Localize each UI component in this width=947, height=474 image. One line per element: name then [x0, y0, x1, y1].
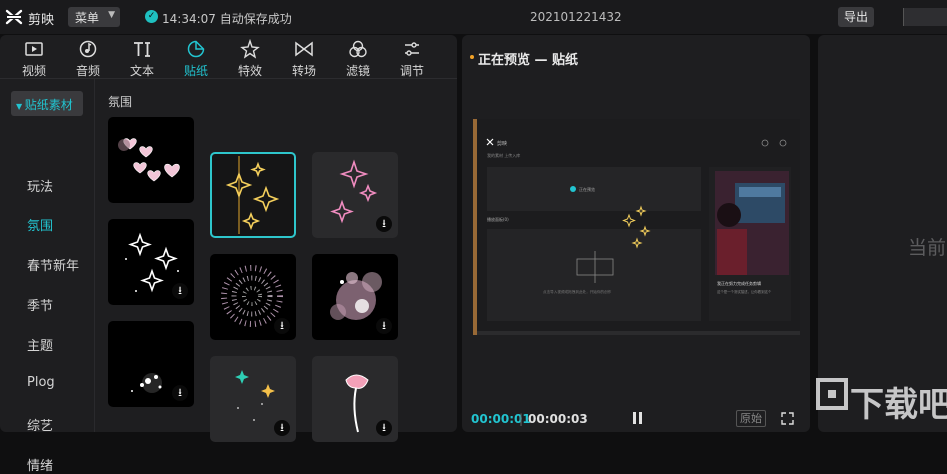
- tab-effects[interactable]: 特效: [228, 35, 272, 79]
- category-item[interactable]: 氛围: [27, 215, 53, 234]
- inner-caption-2: 这个是一个测试描述，让你看到这个: [717, 289, 772, 294]
- tab-adjust-label: 调节: [399, 64, 424, 78]
- sticker-icon: [187, 40, 205, 58]
- menu-button[interactable]: 菜单 ▼: [68, 7, 120, 27]
- category-item[interactable]: 玩法: [27, 176, 53, 195]
- text-icon: [134, 42, 150, 57]
- watermark-logo: 下载吧: [816, 378, 947, 425]
- download-icon[interactable]: ⭳: [274, 318, 290, 334]
- menu-label: 菜单: [75, 11, 100, 25]
- tab-adjust[interactable]: 调节: [390, 35, 434, 79]
- fullscreen-icon[interactable]: [781, 412, 794, 425]
- sticker-tile-white-sparkle[interactable]: ⭳: [108, 219, 194, 305]
- category-item[interactable]: 春节新年: [27, 255, 79, 274]
- pause-icon-bar: [639, 412, 642, 424]
- sticker-tile-pink-sparkle[interactable]: ⭳: [312, 152, 398, 238]
- sticker-tile-bokeh[interactable]: ⭳: [312, 254, 398, 340]
- category-item[interactable]: Plog: [27, 375, 55, 390]
- audio-icon: [79, 40, 97, 58]
- sticker-category-sidebar: ▼ 贴纸素材 玩法 氛围 春节新年 季节 主题 Plog 综艺 情绪: [0, 79, 95, 474]
- video-icon: [25, 42, 43, 56]
- hearts-sticker-icon: [118, 138, 180, 182]
- tab-transition-label: 转场: [291, 64, 316, 78]
- transition-icon: [295, 41, 313, 57]
- inner-caption-1: 我正在努力完成任务剪辑: [717, 280, 761, 286]
- jianying-logo-icon: [5, 9, 23, 25]
- tab-audio-label: 音频: [75, 64, 100, 78]
- pause-button[interactable]: [632, 412, 644, 425]
- sticker-material-label: 贴纸素材: [24, 98, 73, 112]
- sticker-material-header[interactable]: ▼ 贴纸素材: [11, 91, 83, 116]
- download-icon[interactable]: ⭳: [172, 283, 188, 299]
- media-library-panel: 视频 音频 文本 贴纸 特效 转场 滤镜 调节 ▼ 贴纸素材 玩法 氛围 春节新…: [0, 35, 457, 474]
- check-circle-icon: ✓: [145, 10, 158, 23]
- sticker-tile-teal-gold-star[interactable]: ⭳: [210, 356, 296, 442]
- tab-video-label: 视频: [21, 64, 46, 78]
- pause-icon: [633, 412, 636, 424]
- tab-filter[interactable]: 滤镜: [336, 35, 380, 79]
- app-name: 剪映: [28, 13, 55, 28]
- preview-status-dot: [470, 55, 474, 59]
- inner-hint: 点击导入视频或拖拽到此处，开始你的创作: [543, 289, 612, 294]
- tab-effects-label: 特效: [237, 64, 262, 78]
- inner-props-label: 播放面板(0): [487, 216, 509, 222]
- window-controls[interactable]: [903, 8, 947, 26]
- tab-sticker[interactable]: 贴纸: [174, 35, 218, 79]
- gold-sparkle-sticker-icon: [225, 156, 280, 234]
- watermark-text: 下载吧: [850, 385, 947, 425]
- effects-icon: [240, 39, 260, 59]
- tab-text-label: 文本: [129, 64, 154, 78]
- category-item[interactable]: 季节: [27, 295, 53, 314]
- download-icon[interactable]: ⭳: [376, 420, 392, 436]
- inner-breadcrumb: 我的素材 上传入库: [487, 152, 520, 158]
- title-bar: 剪映 菜单 ▼ ✓ 14:34:07 自动保存成功 202101221432 导出: [0, 0, 947, 34]
- download-icon[interactable]: ⭳: [376, 318, 392, 334]
- preview-canvas[interactable]: 剪映 我的素材 上传入库 正在预览 播放面板(0) 点击导入视频或拖拽到此处，开…: [473, 119, 800, 335]
- filter-icon: [349, 40, 367, 58]
- category-item[interactable]: 情绪: [27, 455, 53, 474]
- preview-screenshot-image: 剪映 我的素材 上传入库 正在预览 播放面板(0) 点击导入视频或拖拽到此处，开…: [473, 119, 800, 335]
- preview-panel: 正在预览 — 贴纸 剪映 我的素材 上传入库 正在预览 播放面板(0) 点击导入…: [462, 35, 810, 432]
- sticker-tile-glitter-ball[interactable]: ⭳: [210, 254, 296, 340]
- chevron-down-icon: ▼: [108, 10, 115, 20]
- original-ratio-button[interactable]: 原始: [736, 410, 766, 427]
- sticker-tile-hearts[interactable]: [108, 117, 194, 203]
- sticker-tile-gold-sparkle[interactable]: [210, 152, 296, 238]
- download-icon[interactable]: ⭳: [172, 385, 188, 401]
- library-tabs: 视频 音频 文本 贴纸 特效 转场 滤镜 调节: [0, 35, 457, 79]
- inner-preview-label: 正在预览: [579, 186, 595, 192]
- preview-title: 正在预览 — 贴纸: [478, 53, 579, 68]
- inner-app-name: 剪映: [497, 140, 507, 147]
- properties-placeholder: 当前线: [908, 237, 947, 259]
- section-title: 氛围: [108, 95, 133, 109]
- time-separator: |: [519, 412, 524, 426]
- sticker-tile-rose[interactable]: ⭳: [312, 356, 398, 442]
- download-icon[interactable]: ⭳: [376, 216, 392, 232]
- autosave-status: 14:34:07 自动保存成功: [162, 12, 292, 26]
- total-time: 00:00:03: [528, 412, 588, 426]
- tab-transition[interactable]: 转场: [282, 35, 326, 79]
- tab-audio[interactable]: 音频: [66, 35, 110, 79]
- download-icon[interactable]: ⭳: [274, 420, 290, 436]
- tab-sticker-label: 贴纸: [183, 64, 208, 78]
- adjust-icon: [405, 42, 419, 56]
- category-item[interactable]: 主题: [27, 335, 53, 354]
- category-item[interactable]: 综艺: [27, 415, 53, 434]
- tab-text[interactable]: 文本: [120, 35, 164, 79]
- tab-video[interactable]: 视频: [12, 35, 56, 79]
- tab-filter-label: 滤镜: [345, 64, 370, 78]
- caret-down-icon: ▼: [16, 102, 25, 111]
- sticker-tile-shimmer[interactable]: ⭳: [108, 321, 194, 407]
- project-title[interactable]: 202101221432: [530, 10, 622, 24]
- export-button[interactable]: 导出: [838, 7, 874, 27]
